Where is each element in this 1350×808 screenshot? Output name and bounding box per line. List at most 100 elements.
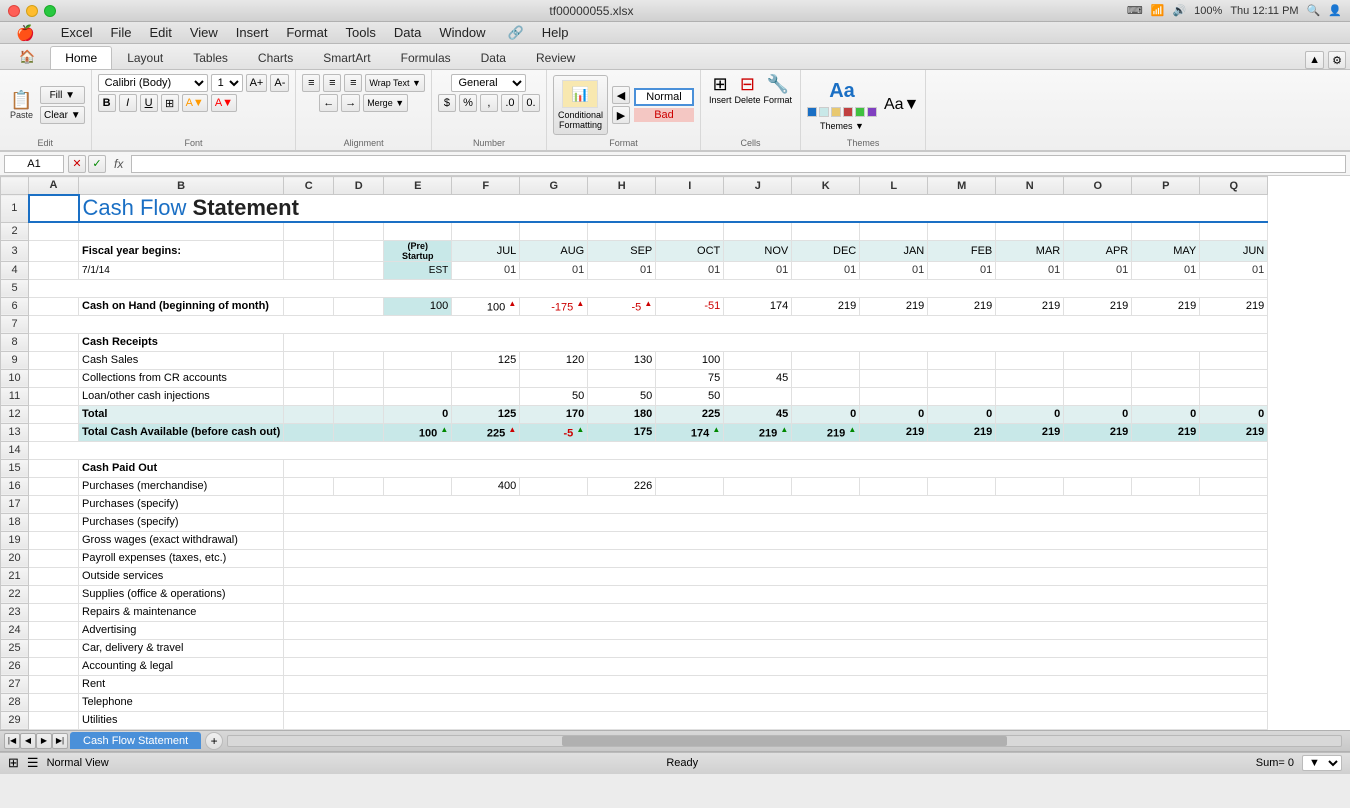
cell-e2[interactable] [384, 222, 452, 240]
insert-cells-btn[interactable]: ⊞ Insert [709, 74, 732, 105]
cell-c6[interactable] [284, 297, 334, 315]
cell-a6[interactable] [29, 297, 79, 315]
cell-c12[interactable] [284, 405, 334, 423]
cell-a27[interactable] [29, 675, 79, 693]
cell-l3-jan[interactable]: JAN [860, 240, 928, 261]
cell-row29-rest[interactable] [284, 711, 1268, 729]
cell-b24[interactable]: Advertising [79, 621, 284, 639]
align-center-btn[interactable]: ≡ [323, 74, 341, 92]
cell-i9[interactable]: 100 [656, 351, 724, 369]
row-num-12[interactable]: 12 [1, 405, 29, 423]
cell-e4-est[interactable]: EST [384, 261, 452, 279]
cell-e16[interactable] [384, 477, 452, 495]
cell-i4[interactable]: 01 [656, 261, 724, 279]
tab-home-label[interactable]: Home [50, 46, 112, 69]
merge-btn[interactable]: Merge ▼ [363, 94, 408, 112]
cell-a2[interactable] [29, 222, 79, 240]
bold-button[interactable]: B [98, 94, 116, 112]
paste-button[interactable]: 📋 Paste [6, 89, 37, 122]
cell-row23-rest[interactable] [284, 603, 1268, 621]
delete-cells-btn[interactable]: ⊟ Delete [734, 74, 760, 105]
cell-b11[interactable]: Loan/other cash injections [79, 387, 284, 405]
row-num-6[interactable]: 6 [1, 297, 29, 315]
cell-a28[interactable] [29, 693, 79, 711]
cell-b1[interactable]: Cash Flow Statement [79, 195, 1268, 223]
cancel-formula-btn[interactable]: ✕ [68, 155, 86, 173]
cell-g9[interactable]: 120 [520, 351, 588, 369]
row-num-26[interactable]: 26 [1, 657, 29, 675]
cell-e9[interactable] [384, 351, 452, 369]
cell-q4[interactable]: 01 [1200, 261, 1268, 279]
row-num-17[interactable]: 17 [1, 495, 29, 513]
align-left-btn[interactable]: ≡ [302, 74, 320, 92]
row-num-4[interactable]: 4 [1, 261, 29, 279]
cell-n16[interactable] [996, 477, 1064, 495]
row-num-8[interactable]: 8 [1, 333, 29, 351]
cell-g6[interactable]: -175 ▲ [520, 297, 588, 315]
cell-g3-aug[interactable]: AUG [520, 240, 588, 261]
font-size-increase-btn[interactable]: A+ [246, 74, 268, 92]
col-header-c[interactable]: C [284, 177, 334, 195]
cell-m3-feb[interactable]: FEB [928, 240, 996, 261]
cell-n9[interactable] [996, 351, 1064, 369]
cell-q16[interactable] [1200, 477, 1268, 495]
cell-j16[interactable] [724, 477, 792, 495]
cell-a20[interactable] [29, 549, 79, 567]
col-header-p[interactable]: P [1132, 177, 1200, 195]
bad-style[interactable]: Bad [634, 108, 694, 122]
currency-btn[interactable]: $ [438, 94, 456, 112]
cell-l13[interactable]: 219 [860, 423, 928, 441]
cell-i12[interactable]: 225 [656, 405, 724, 423]
add-sheet-btn[interactable]: + [205, 732, 223, 750]
col-header-f[interactable]: F [452, 177, 520, 195]
cell-f13[interactable]: 225 ▲ [452, 423, 520, 441]
cell-e10[interactable] [384, 369, 452, 387]
menu-view[interactable]: View [182, 23, 226, 42]
col-header-j[interactable]: J [724, 177, 792, 195]
cell-m9[interactable] [928, 351, 996, 369]
cell-n13[interactable]: 219 [996, 423, 1064, 441]
cell-e11[interactable] [384, 387, 452, 405]
cell-b10[interactable]: Collections from CR accounts [79, 369, 284, 387]
row-num-21[interactable]: 21 [1, 567, 29, 585]
cell-f9[interactable]: 125 [452, 351, 520, 369]
sheet-container[interactable]: A B C D E F G H I J K L M N O P Q [0, 176, 1350, 730]
cell-row5[interactable] [29, 279, 1268, 297]
cell-b4-date[interactable]: 7/1/14 [79, 261, 284, 279]
cell-row22-rest[interactable] [284, 585, 1268, 603]
cell-a26[interactable] [29, 657, 79, 675]
cell-h4[interactable]: 01 [588, 261, 656, 279]
cell-i16[interactable] [656, 477, 724, 495]
cell-b21[interactable]: Outside services [79, 567, 284, 585]
cell-p3-may[interactable]: MAY [1132, 240, 1200, 261]
cell-row8-rest[interactable] [284, 333, 1268, 351]
cell-o13[interactable]: 219 [1064, 423, 1132, 441]
row-num-13[interactable]: 13 [1, 423, 29, 441]
cell-m6[interactable]: 219 [928, 297, 996, 315]
cell-n10[interactable] [996, 369, 1064, 387]
cell-f16[interactable]: 400 [452, 477, 520, 495]
cell-p2[interactable] [1132, 222, 1200, 240]
cell-c11[interactable] [284, 387, 334, 405]
cell-o16[interactable] [1064, 477, 1132, 495]
col-header-i[interactable]: I [656, 177, 724, 195]
row-num-3[interactable]: 3 [1, 240, 29, 261]
row-num-11[interactable]: 11 [1, 387, 29, 405]
row-num-5[interactable]: 5 [1, 279, 29, 297]
cell-q10[interactable] [1200, 369, 1268, 387]
cell-g16[interactable] [520, 477, 588, 495]
normal-style[interactable]: Normal [634, 88, 694, 106]
cell-b13[interactable]: Total Cash Available (before cash out) [79, 423, 284, 441]
cell-g2[interactable] [520, 222, 588, 240]
cell-o11[interactable] [1064, 387, 1132, 405]
cell-l2[interactable] [860, 222, 928, 240]
close-button[interactable] [8, 5, 20, 17]
cell-q3-jun[interactable]: JUN [1200, 240, 1268, 261]
cell-p12[interactable]: 0 [1132, 405, 1200, 423]
cell-g13[interactable]: -5 ▲ [520, 423, 588, 441]
font-name-select[interactable]: Calibri (Body) [98, 74, 208, 92]
col-header-h[interactable]: H [588, 177, 656, 195]
menu-help[interactable]: 🔗 [500, 23, 532, 43]
cell-a12[interactable] [29, 405, 79, 423]
ribbon-collapse-btn[interactable]: ▲ [1305, 51, 1324, 69]
